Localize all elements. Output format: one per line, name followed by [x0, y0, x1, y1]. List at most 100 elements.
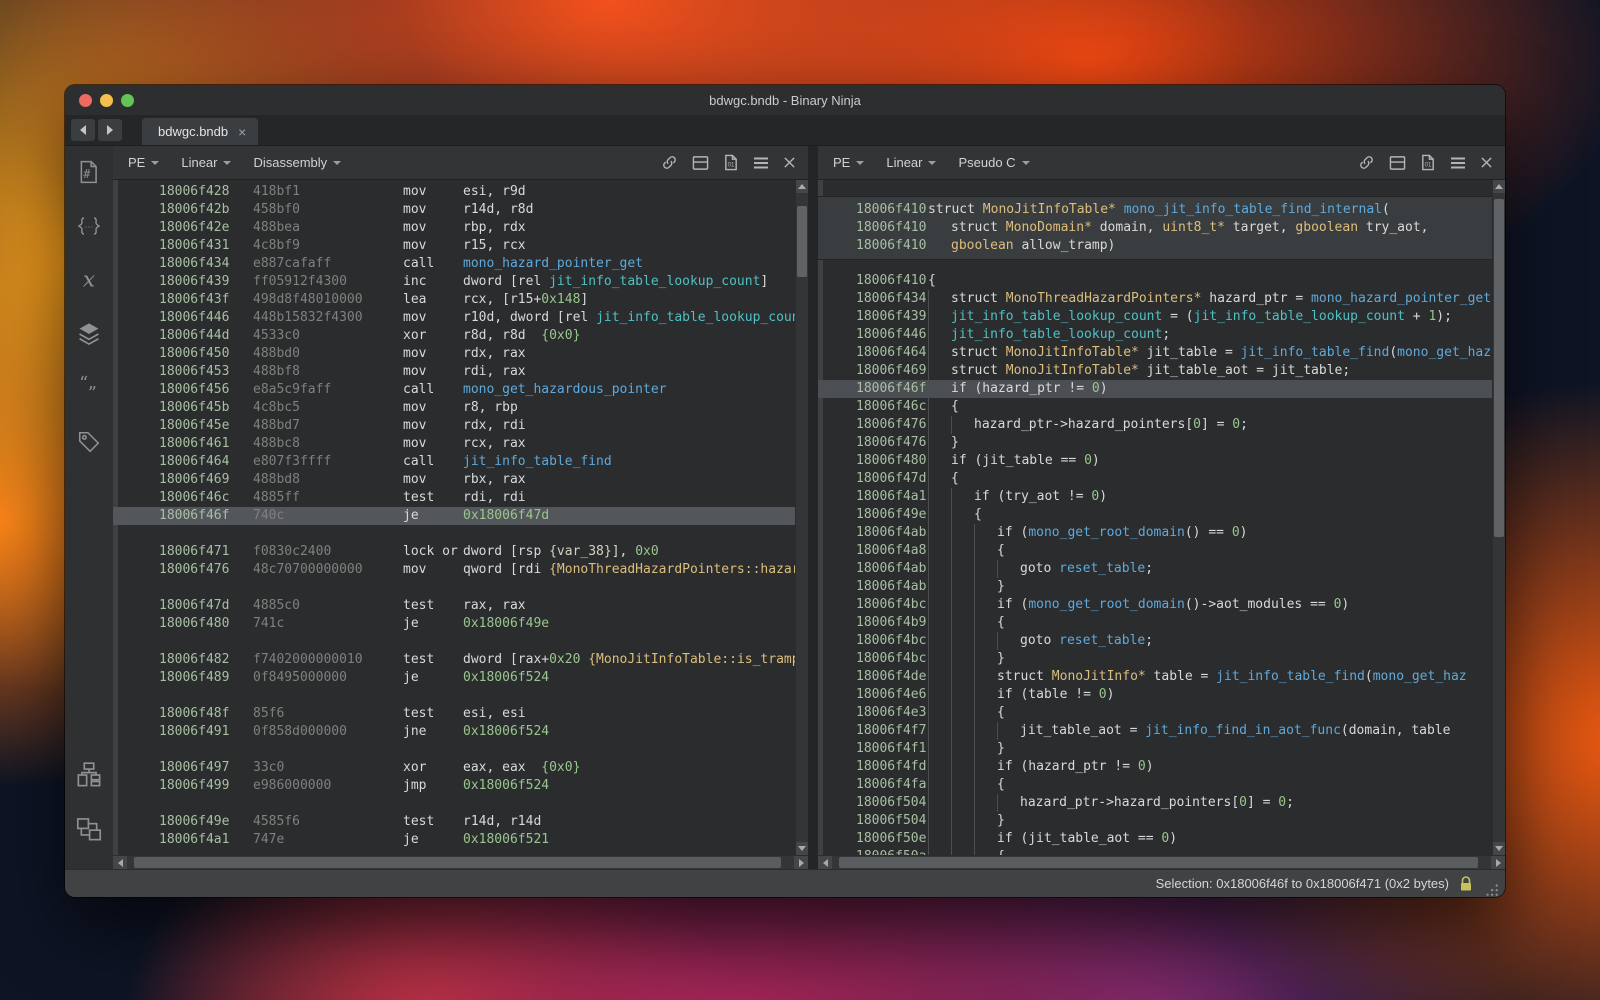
disassembly-row[interactable]: 18006f42b458bf0movr14d, r8d [113, 201, 795, 219]
forward-button[interactable] [98, 119, 122, 141]
pseudo-c-row[interactable]: 18006f476hazard_ptr->hazard_pointers[0] … [818, 416, 1492, 434]
disassembly-vscrollbar[interactable] [795, 180, 808, 855]
pseudo-c-row[interactable]: 18006f46c{ [818, 398, 1492, 416]
resize-grip[interactable] [1483, 881, 1499, 897]
disassembly-row[interactable]: 18006f44d4533c0xorr8d, r8d {0x0} [113, 327, 795, 345]
scroll-track[interactable] [832, 856, 1491, 869]
sidebar-item-stack[interactable] [75, 320, 103, 348]
scroll-right-button[interactable] [1491, 856, 1505, 870]
pseudo-c-row[interactable]: 18006f50a{ [818, 848, 1492, 855]
disassembly-row[interactable]: 18006f464e807f3ffffcalljit_info_table_fi… [113, 453, 795, 471]
scroll-thumb[interactable] [839, 857, 1478, 868]
bytes-document-icon[interactable]: 01 [723, 154, 739, 171]
disassembly-row[interactable]: 18006f46c4885fftestrdi, rdi [113, 489, 795, 507]
disassembly-row[interactable]: 18006f434e887cafaffcallmono_hazard_point… [113, 255, 795, 273]
arch-dropdown[interactable]: PE [833, 155, 864, 170]
pseudo-c-row[interactable]: 18006f446jit_info_table_lookup_count; [818, 326, 1492, 344]
tab-close-icon[interactable]: × [238, 125, 246, 139]
pseudo-c-row[interactable]: 18006f4destruct MonoJitInfo* table = jit… [818, 668, 1492, 686]
pseudo-c-row[interactable]: 18006f4fdif (hazard_ptr != 0) [818, 758, 1492, 776]
disassembly-blank-row[interactable] [113, 741, 795, 759]
mode-dropdown[interactable]: Disassembly [253, 155, 341, 170]
scroll-thumb[interactable] [1494, 199, 1504, 536]
split-view-icon[interactable] [1389, 155, 1406, 171]
disassembly-row[interactable]: 18006f453488bf8movrdi, rax [113, 363, 795, 381]
pseudo-c-row[interactable]: 18006f4bcif (mono_get_root_domain()->aot… [818, 596, 1492, 614]
pseudo-c-row[interactable]: 18006f4f7jit_table_aot = jit_info_find_i… [818, 722, 1492, 740]
pseudo-c-vscrollbar[interactable] [1492, 180, 1505, 855]
pseudo-c-row[interactable]: 18006f480if (jit_table == 0) [818, 452, 1492, 470]
disassembly-row[interactable]: 18006f446448b15832f4300movr10d, dword [r… [113, 309, 795, 327]
pseudo-c-row[interactable]: 18006f4ab} [818, 578, 1492, 596]
sidebar-item-strings[interactable]: “ ” [75, 374, 103, 402]
disassembly-row[interactable]: 18006f480741cje0x18006f49e [113, 615, 795, 633]
pseudo-c-row[interactable]: 18006f434struct MonoThreadHazardPointers… [818, 290, 1492, 308]
sidebar-item-variables[interactable]: x [75, 266, 103, 294]
menu-icon[interactable] [753, 156, 769, 170]
pseudo-c-row[interactable]: 18006f4a1if (try_aot != 0) [818, 488, 1492, 506]
disassembly-row[interactable]: 18006f428418bf1movesi, r9d [113, 183, 795, 201]
title-bar[interactable]: bdwgc.bndb - Binary Ninja [65, 85, 1505, 115]
disassembly-row[interactable]: 18006f471f0830c2400lock ordword [rsp {va… [113, 543, 795, 561]
disassembly-content[interactable]: 18006f428418bf1movesi, r9d18006f42b458bf… [113, 180, 795, 855]
disassembly-row[interactable]: 18006f499e986000000jmp0x18006f524 [113, 777, 795, 795]
disassembly-row[interactable]: 18006f47d4885c0testrax, rax [113, 597, 795, 615]
scroll-left-button[interactable] [818, 856, 832, 870]
disassembly-row[interactable]: 18006f450488bd0movrdx, rax [113, 345, 795, 363]
scroll-track[interactable] [1493, 193, 1505, 842]
tab-bdwgc[interactable]: bdwgc.bndb × [142, 118, 258, 145]
pseudo-c-row[interactable]: 18006f504hazard_ptr->hazard_pointers[0] … [818, 794, 1492, 812]
pseudo-c-row[interactable]: 18006f4bcgoto reset_table; [818, 632, 1492, 650]
sidebar-item-mini-graph[interactable] [75, 761, 103, 789]
pseudo-c-row[interactable]: 18006f439jit_info_table_lookup_count = (… [818, 308, 1492, 326]
disassembly-row[interactable]: 18006f45b4c8bc5movr8, rbp [113, 399, 795, 417]
disassembly-blank-row[interactable] [113, 633, 795, 651]
pseudo-c-row[interactable]: 18006f4fa{ [818, 776, 1492, 794]
disassembly-blank-row[interactable] [113, 525, 795, 543]
view-dropdown[interactable]: Linear [886, 155, 936, 170]
pseudo-c-row[interactable]: 18006f410struct MonoJitInfoTable* mono_j… [818, 201, 1492, 219]
pseudo-c-row[interactable]: 18006f4f1} [818, 740, 1492, 758]
back-button[interactable] [71, 119, 95, 141]
sidebar-item-tags[interactable] [75, 428, 103, 456]
pseudo-c-row[interactable]: 18006f4e6if (table != 0) [818, 686, 1492, 704]
pseudo-c-row[interactable]: 18006f46fif (hazard_ptr != 0) [818, 380, 1492, 398]
disassembly-row[interactable]: 18006f43f498d8f48010000learcx, [r15+0x14… [113, 291, 795, 309]
scroll-left-button[interactable] [113, 856, 127, 870]
lock-icon[interactable] [1459, 876, 1473, 892]
close-icon[interactable] [1480, 156, 1493, 169]
bytes-document-icon[interactable]: 01 [1420, 154, 1436, 171]
disassembly-row[interactable]: 18006f469488bd8movrbx, rax [113, 471, 795, 489]
split-view-icon[interactable] [692, 155, 709, 171]
link-icon[interactable] [661, 154, 678, 171]
scroll-track[interactable] [796, 193, 808, 842]
close-icon[interactable] [783, 156, 796, 169]
disassembly-row[interactable]: 18006f456e8a5c9faffcallmono_get_hazardou… [113, 381, 795, 399]
pseudo-c-row[interactable]: 18006f50eif (jit_table_aot == 0) [818, 830, 1492, 848]
disassembly-row[interactable]: 18006f42e488beamovrbp, rdx [113, 219, 795, 237]
mode-dropdown[interactable]: Pseudo C [958, 155, 1029, 170]
pseudo-c-row[interactable]: 18006f4abif (mono_get_root_domain() == 0… [818, 524, 1492, 542]
pseudo-c-row[interactable]: 18006f504} [818, 812, 1492, 830]
pseudo-c-row[interactable]: 18006f464struct MonoJitInfoTable* jit_ta… [818, 344, 1492, 362]
pseudo-c-row[interactable]: 18006f47d{ [818, 470, 1492, 488]
disassembly-row[interactable]: 18006f49733c0xoreax, eax {0x0} [113, 759, 795, 777]
pseudo-c-row[interactable]: 18006f476} [818, 434, 1492, 452]
pseudo-c-row[interactable]: 18006f4abgoto reset_table; [818, 560, 1492, 578]
disassembly-row[interactable]: 18006f46f740cje0x18006f47d [113, 507, 795, 525]
sidebar-item-cross-references[interactable] [75, 815, 103, 843]
pseudo-c-row[interactable]: 18006f469struct MonoJitInfoTable* jit_ta… [818, 362, 1492, 380]
pane-divider[interactable] [808, 146, 818, 869]
scroll-thumb[interactable] [134, 857, 781, 868]
arch-dropdown[interactable]: PE [128, 155, 159, 170]
scroll-up-button[interactable] [796, 180, 808, 193]
disassembly-row[interactable]: 18006f4910f858d000000jne0x18006f524 [113, 723, 795, 741]
disassembly-blank-row[interactable] [113, 687, 795, 705]
disassembly-row[interactable]: 18006f45e488bd7movrdx, rdi [113, 417, 795, 435]
disassembly-blank-row[interactable] [113, 579, 795, 597]
pseudo-c-row[interactable]: 18006f410{ [818, 272, 1492, 290]
pseudo-c-row[interactable]: 18006f4a8{ [818, 542, 1492, 560]
pseudo-c-row[interactable]: 18006f410gboolean allow_tramp) [818, 237, 1492, 255]
link-icon[interactable] [1358, 154, 1375, 171]
disassembly-row[interactable]: 18006f439ff05912f4300incdword [rel jit_i… [113, 273, 795, 291]
